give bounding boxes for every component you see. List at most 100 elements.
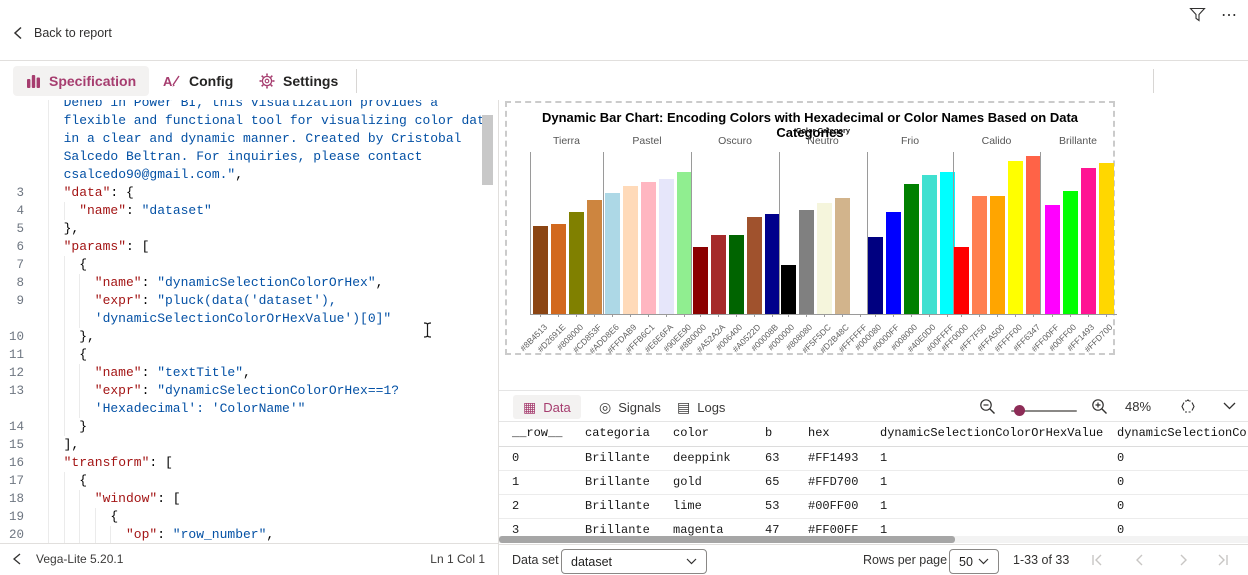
data-panel-toolbar: ▦ Data ◎ Signals ▤ Logs 48%: [499, 390, 1248, 422]
tab-signals-label: Signals: [618, 399, 661, 415]
first-page-button[interactable]: [1089, 552, 1105, 568]
fit-to-view-icon[interactable]: [1179, 398, 1197, 415]
editor-scrollbar[interactable]: [482, 115, 493, 185]
line-number: 18: [8, 492, 24, 506]
column-header[interactable]: hex: [808, 426, 830, 440]
dataset-select-value: dataset: [571, 554, 613, 569]
facet-label: Brillante: [1059, 135, 1097, 147]
chart-bar: [676, 172, 692, 314]
table-row: 2 Brillante lime 53 #00FF00 1 0: [499, 495, 1248, 519]
line-number: 3: [16, 186, 24, 200]
table-cell: 65: [765, 475, 780, 489]
table-cell: Brillante: [585, 475, 650, 489]
chart-bar: [692, 246, 708, 314]
chart-bar: [1080, 167, 1096, 314]
zoom-slider-knob[interactable]: [1014, 405, 1025, 416]
chart-bar: [1062, 191, 1078, 314]
toolbar-divider-2: [1153, 69, 1154, 93]
code-line: 8 "name": "dynamicSelectionColorOrHex",: [0, 274, 498, 292]
column-header[interactable]: b: [765, 426, 772, 440]
prev-page-button[interactable]: [1132, 552, 1148, 568]
line-number: 5: [16, 222, 24, 236]
code-line: 20 "op": "row_number",: [0, 526, 498, 543]
top-bar: Back to report ⋯: [0, 0, 1248, 60]
code-line: 14}: [0, 418, 498, 436]
facet-label: Pastel: [632, 135, 662, 147]
chart-bar: [1098, 163, 1114, 314]
tab-logs[interactable]: ▤ Logs: [667, 395, 735, 419]
editor-status-bar: Vega-Lite 5.20.1 Ln 1 Col 1: [0, 543, 498, 573]
column-header[interactable]: __row__: [512, 426, 562, 440]
filter-icon[interactable]: [1186, 4, 1208, 26]
zoom-in-icon[interactable]: [1091, 398, 1108, 415]
back-to-report-link[interactable]: Back to report: [12, 26, 112, 40]
collapse-data-panel-icon[interactable]: [1223, 402, 1236, 410]
chart-bar: [746, 216, 762, 314]
column-header[interactable]: color: [673, 426, 709, 440]
chart-bar: [780, 265, 796, 314]
chart-bar: [1008, 160, 1023, 314]
table-cell: 0: [1117, 499, 1125, 513]
logs-icon: ▤: [677, 399, 691, 415]
chart-bar: [569, 211, 584, 314]
tab-settings[interactable]: Settings: [246, 66, 351, 96]
dataset-select[interactable]: dataset: [561, 549, 707, 574]
back-chevron-icon: [13, 26, 22, 40]
table-hscroll-thumb[interactable]: [499, 536, 955, 543]
table-cell: gold: [673, 475, 702, 489]
tab-config[interactable]: A Config: [150, 66, 246, 96]
code-line: csalcedo90@gmail.com.",: [0, 166, 498, 184]
code-line: flexible and functional tool for visuali…: [0, 112, 498, 130]
rows-per-page-value: 50: [959, 554, 973, 569]
column-header[interactable]: categoria: [585, 426, 650, 440]
table-cell: #FFD700: [808, 475, 859, 489]
zoom-level-value[interactable]: 48%: [1125, 399, 1151, 414]
table-cell: 1: [880, 451, 888, 465]
code-line: Salcedo Beltran. For inquiries, please c…: [0, 148, 498, 166]
chart-bar: [972, 195, 987, 314]
table-cell: 0: [1117, 451, 1125, 465]
code-line: 11{: [0, 346, 498, 364]
zoom-out-icon[interactable]: [979, 398, 996, 415]
x-axis-line: [530, 314, 1117, 315]
column-header[interactable]: dynamicSelectionColo: [1117, 426, 1248, 440]
signals-icon: ◎: [599, 399, 612, 415]
table-cell: 0: [1117, 475, 1125, 489]
last-page-button[interactable]: [1215, 552, 1231, 568]
collapse-panel-icon[interactable]: [12, 553, 22, 565]
facet-field-title: Color Category: [795, 126, 851, 135]
tab-signals[interactable]: ◎ Signals: [589, 395, 671, 419]
line-number: 15: [8, 438, 24, 452]
table-cell: #00FF00: [808, 499, 859, 513]
line-number: 12: [8, 366, 24, 380]
code-line: 12 "name": "textTitle",: [0, 364, 498, 382]
line-number: 17: [8, 474, 24, 488]
chart-bar: [551, 223, 566, 314]
table-cell: 0: [512, 451, 520, 465]
chart-facet: #8B4513 #D2691E #808000 #CD853F: [518, 152, 603, 355]
more-options-icon[interactable]: ⋯: [1218, 4, 1240, 26]
table-horizontal-scrollbar[interactable]: [499, 536, 1248, 543]
tab-data[interactable]: ▦ Data: [513, 395, 581, 419]
code-line: 19{: [0, 508, 498, 526]
table-cell: 63: [765, 451, 780, 465]
table-header-row: __row__ categoria color b hex dynamicSelectio…: [499, 422, 1248, 447]
next-page-button[interactable]: [1175, 552, 1191, 568]
code-line: 9 "expr": "pluck(data('dataset'),: [0, 292, 498, 310]
line-number: 7: [16, 258, 24, 272]
row-range-label: 1-33 of 33: [1013, 553, 1070, 567]
chart-bar: [1044, 204, 1060, 314]
code-line: 4 "name": "dataset": [0, 202, 498, 220]
tab-data-label: Data: [543, 399, 571, 415]
tab-specification[interactable]: Specification: [13, 66, 150, 96]
chart-facet: #FF00FF #00FF00 #FF1493 #FFD700: [1029, 152, 1116, 354]
facet-label: Calido: [981, 135, 1012, 147]
table-cell: magenta: [673, 523, 724, 537]
rows-per-page-select[interactable]: 50: [949, 549, 999, 574]
column-header[interactable]: dynamicSelectionColorOrHexValue: [880, 426, 1103, 440]
line-number: 11: [8, 348, 24, 362]
facet-label: Tierra: [552, 135, 581, 147]
visual-preview[interactable]: Dynamic Bar Chart: Encoding Colors with …: [505, 101, 1117, 356]
chart-bar: [587, 200, 602, 314]
chart-bar: [852, 193, 868, 314]
